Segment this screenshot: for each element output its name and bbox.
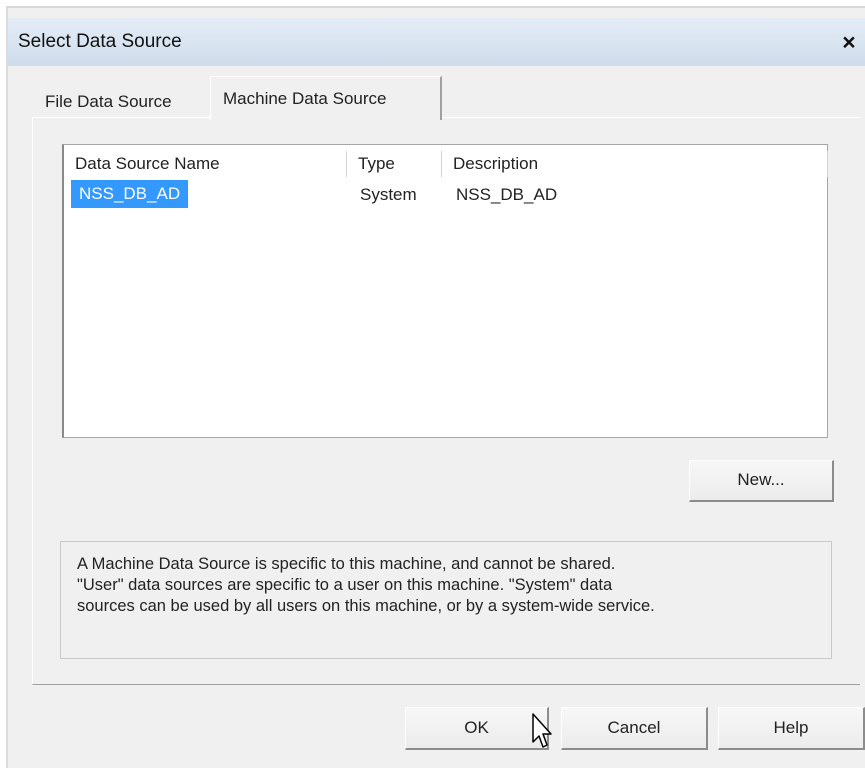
info-line: "User" data sources are specific to a us… (77, 576, 613, 594)
column-header-description[interactable]: Description (442, 151, 828, 177)
list-item-type: System (360, 185, 417, 204)
list-item[interactable]: NSS_DB_AD System NSS_DB_AD (64, 178, 827, 210)
mouse-pointer-icon (532, 713, 552, 748)
tab-machine-data-source[interactable]: Machine Data Source (210, 76, 442, 120)
dialog-title: Select Data Source (18, 31, 182, 52)
list-item-description: NSS_DB_AD (456, 185, 558, 204)
tab-machine-data-source-label: Machine Data Source (223, 89, 387, 108)
data-source-list[interactable]: Data Source Name Type Description NSS_DB… (62, 144, 828, 438)
column-header-name[interactable]: Data Source Name (64, 151, 347, 177)
info-line: A Machine Data Source is specific to thi… (77, 555, 616, 573)
close-icon[interactable]: × (836, 28, 862, 56)
list-item-name: NSS_DB_AD (71, 180, 189, 208)
help-button[interactable]: Help (718, 707, 865, 750)
tab-file-data-source[interactable]: File Data Source (45, 92, 172, 112)
ok-button[interactable]: OK (405, 707, 549, 750)
new-button[interactable]: New... (689, 460, 834, 502)
column-header-type[interactable]: Type (347, 151, 442, 177)
info-line: sources can be used by all users on this… (77, 597, 655, 615)
cancel-button[interactable]: Cancel (561, 707, 708, 750)
info-text-box: A Machine Data Source is specific to thi… (60, 541, 832, 659)
